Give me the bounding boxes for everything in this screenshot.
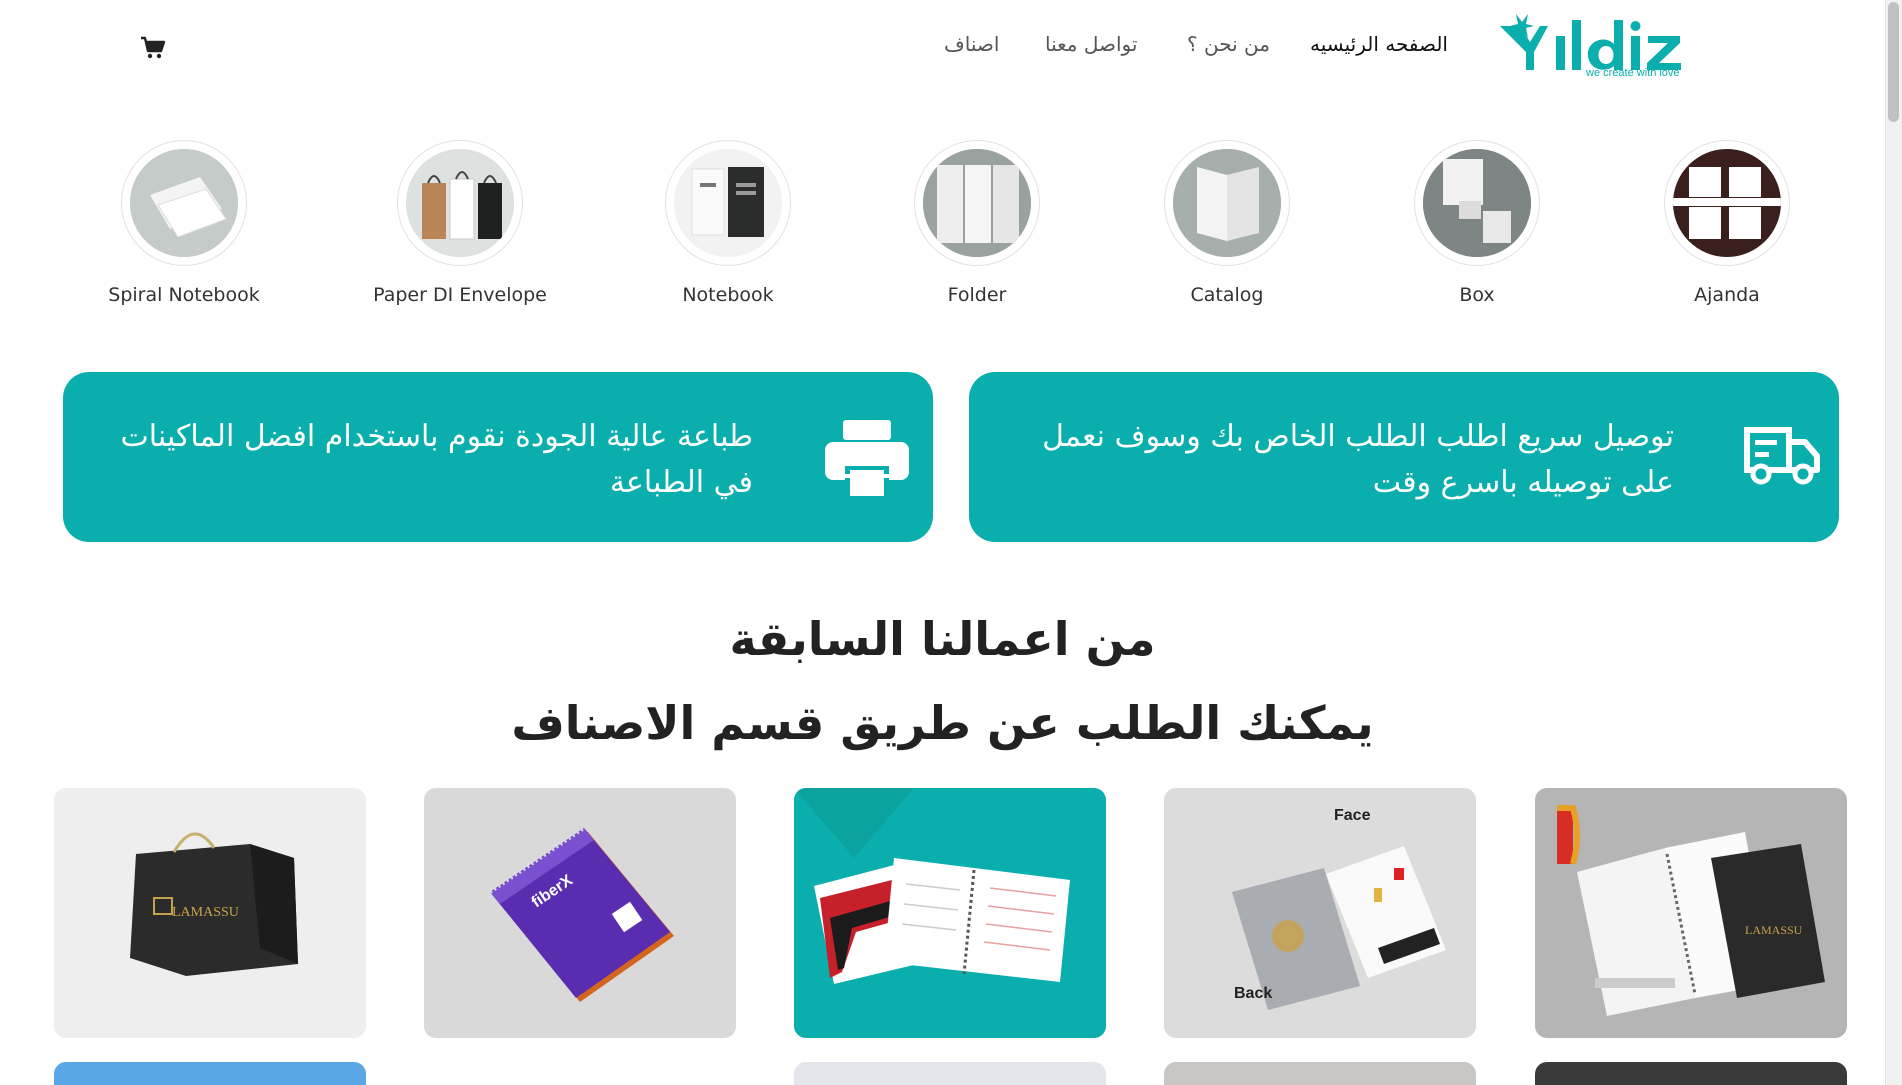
category-notebook[interactable]: Notebook <box>628 140 828 306</box>
nav-contact[interactable]: تواصل معنا <box>1045 32 1137 56</box>
catalog-image <box>1173 149 1281 257</box>
printer-icon <box>825 420 909 498</box>
category-strip: Ajanda Box Catalog Folder Notebook Paper… <box>0 140 1885 320</box>
lamassu-notebook-image: LAMASSU <box>1535 788 1847 1038</box>
truck-icon <box>1744 427 1820 485</box>
category-folder-circle[interactable] <box>914 140 1040 266</box>
category-catalog-circle[interactable] <box>1164 140 1290 266</box>
nav-home[interactable]: الصفحه الرئيسيه <box>1310 32 1448 56</box>
work-card-lamassu-notebook[interactable]: LAMASSU <box>1535 788 1847 1038</box>
fiberx-notebook-image: fiberX <box>424 788 736 1038</box>
folder-image <box>923 149 1031 257</box>
envelope-image <box>130 149 238 257</box>
face-back-catalog-image: Face Back <box>1164 788 1476 1038</box>
work-card-row2-4[interactable] <box>1164 1062 1476 1085</box>
feature-printing-banner: طباعة عالية الجودة نقوم باستخدام افضل ال… <box>63 372 933 542</box>
category-paper-envelope-label[interactable]: Paper DI Envelope <box>360 284 560 306</box>
work-card-row2-3[interactable] <box>794 1062 1106 1085</box>
work-card-bag[interactable]: LAMASSU <box>54 788 366 1038</box>
category-ajanda-circle[interactable] <box>1664 140 1790 266</box>
category-ajanda[interactable]: Ajanda <box>1627 140 1827 306</box>
teal-notebook-image <box>794 788 1106 1038</box>
category-catalog[interactable]: Catalog <box>1127 140 1327 306</box>
category-folder[interactable]: Folder <box>877 140 1077 306</box>
box-image <box>1423 149 1531 257</box>
category-box-label[interactable]: Box <box>1377 284 1577 306</box>
work-card-row2-1[interactable] <box>54 1062 366 1085</box>
category-folder-label[interactable]: Folder <box>877 284 1077 306</box>
category-paper-envelope[interactable]: Paper DI Envelope <box>360 140 560 306</box>
nav-about[interactable]: من نحن ؟ <box>1187 32 1270 56</box>
category-spiral-notebook-circle[interactable] <box>121 140 247 266</box>
category-notebook-circle[interactable] <box>665 140 791 266</box>
site-header: we create with love الصفحه الرئيسيه من ن… <box>0 0 1885 100</box>
svg-text:LAMASSU: LAMASSU <box>1745 923 1803 937</box>
work-card-notebook-teal[interactable] <box>794 788 1106 1038</box>
works-title: من اعمالنا السابقة <box>729 612 1156 666</box>
svg-text:LAMASSU: LAMASSU <box>172 905 239 920</box>
ajanda-image <box>1673 149 1781 257</box>
category-spiral-notebook[interactable]: Spiral Notebook <box>84 140 284 306</box>
paper-bag-image <box>406 149 514 257</box>
svg-text:we create with love: we create with love <box>1585 67 1680 76</box>
category-box-circle[interactable] <box>1414 140 1540 266</box>
category-spiral-notebook-label[interactable]: Spiral Notebook <box>84 284 284 306</box>
works-subtitle: يمكنك الطلب عن طريق قسم الاصناف <box>511 696 1374 750</box>
svg-text:Face: Face <box>1334 807 1371 824</box>
nav-categories[interactable]: اصناف <box>944 32 999 56</box>
work-card-catalog-face-back[interactable]: Face Back <box>1164 788 1476 1038</box>
feature-delivery-banner: توصيل سريع اطلب الطلب الخاص بك وسوف نعمل… <box>969 372 1839 542</box>
lamassu-bag-image: LAMASSU <box>54 788 366 1038</box>
category-ajanda-label[interactable]: Ajanda <box>1627 284 1827 306</box>
category-notebook-label[interactable]: Notebook <box>628 284 828 306</box>
work-card-spiral-fiberx[interactable]: fiberX <box>424 788 736 1038</box>
category-paper-envelope-circle[interactable] <box>397 140 523 266</box>
category-box[interactable]: Box <box>1377 140 1577 306</box>
svg-text:Back: Back <box>1234 985 1272 1002</box>
notebook-image <box>674 149 782 257</box>
cart-icon[interactable] <box>140 36 166 60</box>
delivery-text: توصيل سريع اطلب الطلب الخاص بك وسوف نعمل… <box>1042 419 1674 500</box>
work-card-row2-5[interactable] <box>1535 1062 1847 1085</box>
page-scrollbar[interactable] <box>1885 0 1902 1085</box>
category-catalog-label[interactable]: Catalog <box>1127 284 1327 306</box>
scrollbar-thumb[interactable] <box>1888 2 1899 122</box>
printing-text: طباعة عالية الجودة نقوم باستخدام افضل ال… <box>120 419 753 500</box>
main-nav: الصفحه الرئيسيه من نحن ؟ تواصل معنا اصنا… <box>0 32 1885 62</box>
